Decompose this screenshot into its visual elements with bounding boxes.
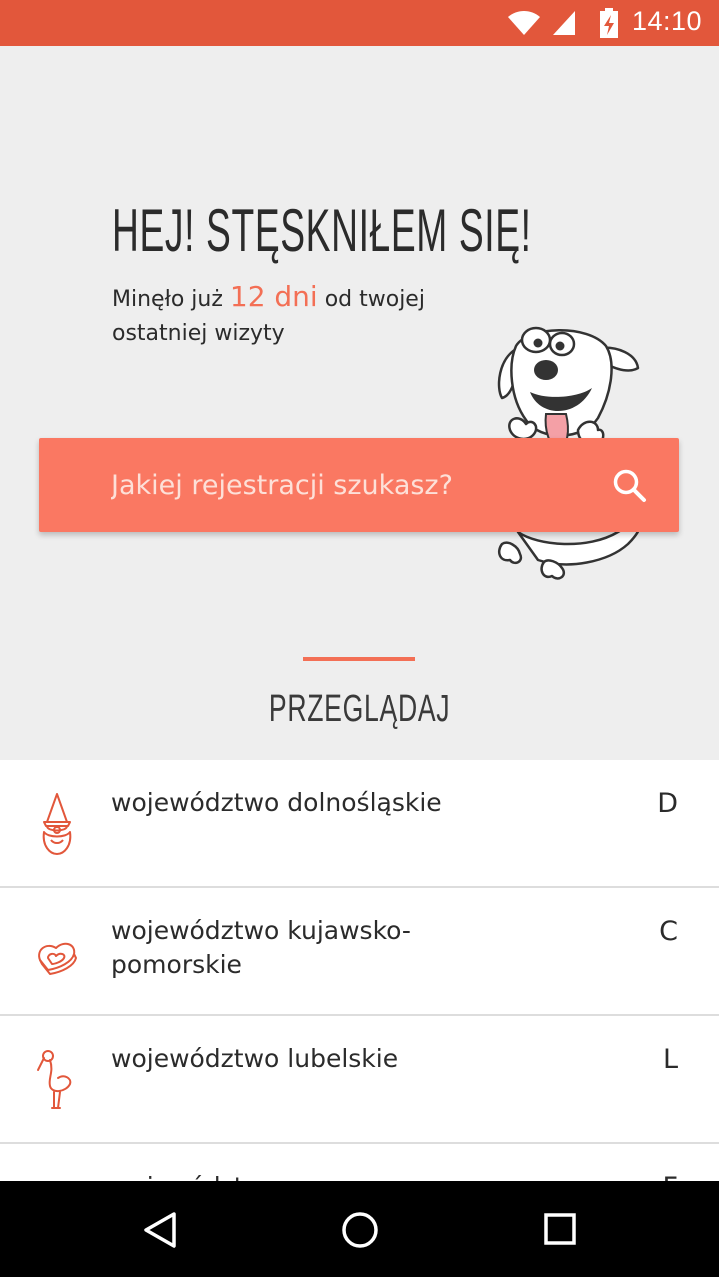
days-count: 12 dni	[229, 280, 318, 313]
status-bar: 14:10	[0, 0, 719, 46]
list-item-code: C	[659, 916, 678, 947]
list-item-code: D	[657, 788, 678, 819]
home-icon[interactable]	[341, 1211, 379, 1249]
dog-illustration-icon	[497, 326, 640, 450]
list-item[interactable]: województwo dolnośląskie D	[0, 760, 719, 888]
subtitle-prefix: Minęło już	[112, 287, 230, 312]
stork-icon	[37, 1050, 72, 1109]
list-item-name: województwo dolnośląskie	[111, 788, 442, 817]
status-clock: 14:10	[632, 6, 703, 36]
back-icon[interactable]	[142, 1211, 178, 1249]
wifi-icon	[508, 11, 540, 35]
list-item[interactable]: województwo lubelskie L	[0, 1016, 719, 1144]
battery-charging-icon	[600, 8, 618, 38]
list-item-name: województwo kujawsko-pomorskie	[111, 916, 411, 979]
gingerbread-heart-icon	[38, 942, 77, 975]
search-input[interactable]	[111, 462, 591, 508]
browse-heading: PRZEGLĄDAJ	[0, 688, 719, 731]
section-divider	[303, 657, 415, 661]
last-visit-message: Minęło już 12 dni od twojej ostatniej wi…	[112, 280, 442, 351]
search-icon[interactable]	[612, 468, 648, 504]
search-bar[interactable]	[39, 438, 679, 532]
app-screen: 14:10 HEJ! STĘSKNIŁEM SIĘ! Minęło już 12…	[0, 0, 719, 1277]
list-item-code: L	[662, 1044, 678, 1075]
recent-apps-icon[interactable]	[543, 1212, 577, 1246]
list-item-name: województwo lubelskie	[111, 1044, 399, 1073]
browse-heading-text: PRZEGLĄDAJ	[268, 688, 451, 730]
signal-icon	[553, 11, 575, 35]
navigation-bar	[0, 1181, 719, 1277]
list-item[interactable]: województwo kujawsko-pomorskie C	[0, 888, 719, 1016]
page-title: HEJ! STĘSKNIŁEM SIĘ!	[112, 197, 532, 264]
gnome-icon	[42, 793, 72, 855]
